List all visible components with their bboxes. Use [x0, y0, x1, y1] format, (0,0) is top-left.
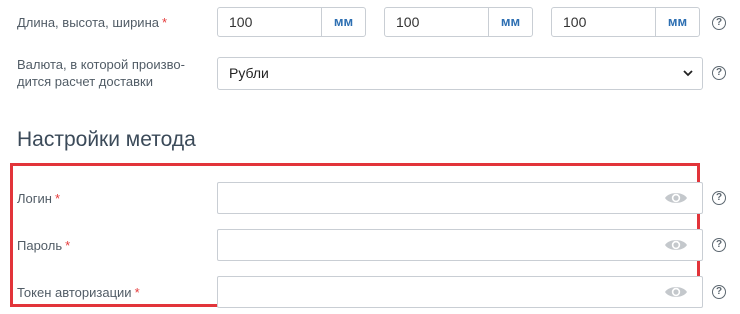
required-mark: *: [161, 15, 168, 30]
eye-icon[interactable]: [664, 284, 688, 300]
eye-icon[interactable]: [664, 190, 688, 206]
help-icon[interactable]: ?: [712, 238, 726, 252]
token-field[interactable]: [217, 276, 703, 308]
password-label-text: Пароль: [17, 238, 63, 253]
help-icon[interactable]: ?: [712, 66, 726, 80]
section-title: Настройки метода: [17, 128, 196, 151]
currency-select[interactable]: Рубли: [217, 57, 703, 90]
token-input[interactable]: [218, 277, 668, 307]
currency-label-line2: дится расчет доставки: [17, 74, 153, 89]
required-mark: *: [65, 238, 71, 253]
help-icon[interactable]: ?: [712, 191, 726, 205]
width-input[interactable]: 100 мм: [551, 7, 700, 37]
height-input[interactable]: 100 мм: [384, 7, 533, 37]
chevron-down-icon: [683, 70, 693, 77]
width-unit: мм: [655, 8, 699, 36]
width-value[interactable]: 100: [552, 8, 655, 36]
currency-label: Валюта, в которой произво- дится расчет …: [17, 56, 185, 90]
height-unit: мм: [488, 8, 532, 36]
required-mark: *: [54, 191, 61, 206]
eye-icon[interactable]: [664, 237, 688, 253]
password-field[interactable]: [217, 229, 703, 261]
help-icon[interactable]: ?: [712, 16, 726, 30]
login-input[interactable]: [218, 183, 668, 213]
height-value[interactable]: 100: [385, 8, 488, 36]
login-label: Логин *: [17, 190, 60, 207]
length-value[interactable]: 100: [218, 8, 321, 36]
login-label-text: Логин: [17, 191, 52, 206]
help-icon[interactable]: ?: [712, 285, 726, 299]
token-label-text: Токен авторизации: [17, 285, 132, 300]
password-label: Пароль *: [17, 237, 70, 254]
token-label: Токен авторизации *: [17, 284, 140, 301]
dimensions-label: Длина, высота, ширина *: [17, 14, 167, 31]
login-field[interactable]: [217, 182, 703, 214]
length-unit: мм: [321, 8, 365, 36]
required-mark: *: [134, 285, 140, 300]
password-input[interactable]: [218, 230, 668, 260]
length-input[interactable]: 100 мм: [217, 7, 366, 37]
currency-selected-value: Рубли: [229, 65, 269, 81]
dimensions-label-text: Длина, высота, ширина: [17, 15, 159, 30]
currency-label-line1: Валюта, в которой произво-: [17, 57, 185, 72]
